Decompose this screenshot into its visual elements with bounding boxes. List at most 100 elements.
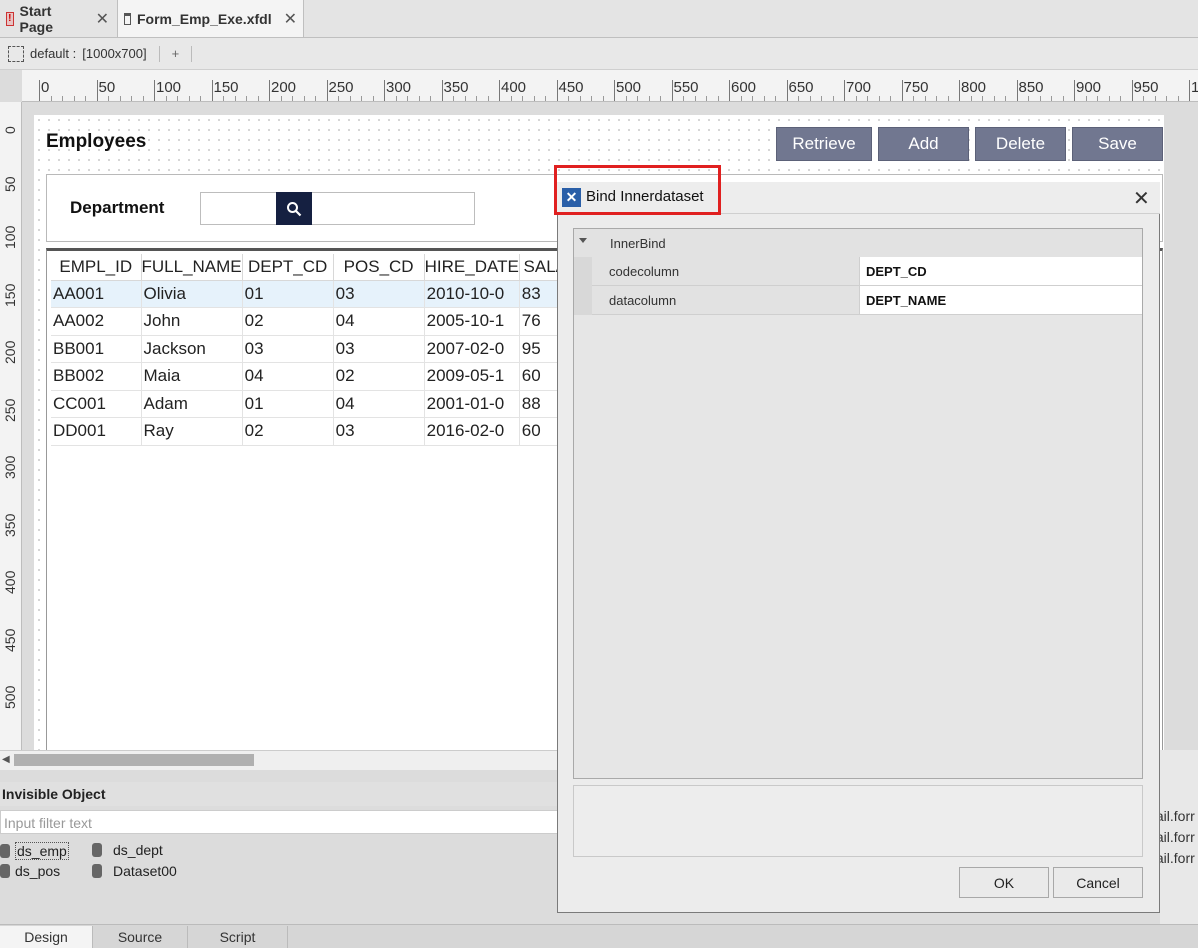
layout-toolbar: default : [1000x700] + bbox=[0, 38, 1198, 70]
ruler-label: 1 bbox=[1191, 79, 1198, 96]
table-cell[interactable]: 03 bbox=[333, 280, 425, 308]
grid-header-cell[interactable]: POS_CD bbox=[333, 254, 425, 281]
table-cell[interactable]: BB002 bbox=[51, 362, 142, 391]
ruler-minor-tick bbox=[464, 96, 466, 101]
dataset-item[interactable]: Dataset00 bbox=[92, 863, 177, 879]
ruler-tick bbox=[269, 80, 270, 101]
ok-button[interactable]: OK bbox=[959, 867, 1049, 898]
ruler-minor-tick bbox=[315, 96, 316, 101]
table-row[interactable]: BB001 Jackson 03 03 2007-02-0 95 bbox=[51, 335, 572, 363]
table-cell[interactable]: BB001 bbox=[51, 335, 142, 363]
close-icon[interactable]: ✕ bbox=[284, 9, 297, 29]
table-cell[interactable]: 04 bbox=[333, 307, 425, 336]
table-cell[interactable]: 03 bbox=[333, 417, 425, 446]
table-cell[interactable]: 2016-02-0 bbox=[424, 417, 520, 446]
ruler-minor-tick bbox=[234, 96, 236, 101]
divider bbox=[158, 45, 160, 62]
ruler-minor-tick bbox=[591, 96, 592, 101]
ruler-minor-tick bbox=[487, 96, 489, 101]
ruler-minor-tick bbox=[395, 96, 397, 101]
ruler-label: 500 bbox=[616, 79, 642, 96]
table-cell[interactable]: Maia bbox=[141, 362, 243, 391]
ruler-minor-tick bbox=[303, 96, 305, 101]
table-cell[interactable]: 04 bbox=[242, 362, 334, 391]
ruler-label: 700 bbox=[846, 79, 872, 96]
table-cell[interactable]: 01 bbox=[242, 390, 334, 418]
scrollbar-thumb[interactable] bbox=[14, 754, 254, 766]
table-row[interactable]: AA001 Olivia 01 03 2010-10-0 83 bbox=[51, 280, 572, 308]
ruler-minor-tick bbox=[338, 96, 339, 101]
tab-start-page[interactable]: ! Start Page ✕ bbox=[0, 0, 115, 37]
table-cell[interactable]: Olivia bbox=[141, 280, 243, 308]
collapse-icon[interactable] bbox=[579, 238, 587, 243]
ruler-minor-tick bbox=[568, 96, 569, 101]
cancel-button[interactable]: Cancel bbox=[1053, 867, 1143, 898]
table-cell[interactable]: Jackson bbox=[141, 335, 243, 363]
dataset-item[interactable]: ds_emp bbox=[0, 842, 69, 860]
property-row-codecolumn[interactable]: codecolumn DEPT_CD bbox=[574, 257, 1142, 286]
table-cell[interactable]: AA002 bbox=[51, 307, 142, 336]
property-group-innerbind[interactable]: InnerBind bbox=[574, 229, 1142, 257]
ruler-minor-tick bbox=[418, 96, 420, 101]
add-button[interactable]: Add bbox=[878, 127, 969, 161]
table-cell[interactable]: 2010-10-0 bbox=[424, 280, 520, 308]
tab-source[interactable]: Source bbox=[93, 926, 188, 948]
table-cell[interactable]: 02 bbox=[333, 362, 425, 391]
form-title: Employees bbox=[46, 131, 147, 152]
table-cell[interactable]: 02 bbox=[242, 307, 334, 336]
table-row[interactable]: DD001 Ray 02 03 2016-02-0 60 bbox=[51, 417, 572, 446]
table-cell[interactable]: 2001-01-0 bbox=[424, 390, 520, 418]
tab-form-emp-exe[interactable]: Form_Emp_Exe.xfdl ✕ bbox=[117, 0, 304, 37]
document-tab-bar: ! Start Page ✕ Form_Emp_Exe.xfdl ✕ bbox=[0, 0, 1198, 38]
property-row-datacolumn[interactable]: datacolumn DEPT_NAME bbox=[574, 286, 1142, 315]
ruler-minor-tick bbox=[1062, 96, 1064, 101]
retrieve-button[interactable]: Retrieve bbox=[776, 127, 872, 161]
ruler-label: 350 bbox=[2, 513, 18, 537]
scroll-left-icon[interactable]: ◀ bbox=[2, 754, 10, 765]
ruler-label: 100 bbox=[2, 225, 18, 249]
dataset-item[interactable]: ds_pos bbox=[0, 863, 60, 879]
table-cell[interactable]: 03 bbox=[333, 335, 425, 363]
tab-script[interactable]: Script bbox=[188, 926, 288, 948]
grid-header-cell[interactable]: DEPT_CD bbox=[242, 254, 334, 281]
grid-header-cell[interactable]: HIRE_DATE bbox=[424, 254, 520, 281]
table-cell[interactable]: 04 bbox=[333, 390, 425, 418]
department-combo[interactable] bbox=[200, 192, 475, 225]
property-value[interactable]: DEPT_CD bbox=[859, 257, 1142, 285]
table-cell[interactable]: 02 bbox=[242, 417, 334, 446]
ruler-minor-tick bbox=[740, 96, 742, 101]
table-row[interactable]: BB002 Maia 04 02 2009-05-1 60 bbox=[51, 362, 572, 391]
grid-header-cell[interactable]: EMPL_ID bbox=[51, 254, 142, 281]
close-icon[interactable]: ✕ bbox=[96, 9, 109, 29]
search-button[interactable] bbox=[276, 192, 312, 225]
save-button[interactable]: Save bbox=[1072, 127, 1163, 161]
table-cell[interactable]: Adam bbox=[141, 390, 243, 418]
table-cell[interactable]: John bbox=[141, 307, 243, 336]
table-cell[interactable]: 01 bbox=[242, 280, 334, 308]
ruler-minor-tick bbox=[821, 96, 822, 101]
table-cell[interactable]: Ray bbox=[141, 417, 243, 446]
ruler-label: 750 bbox=[903, 79, 929, 96]
table-cell[interactable]: 2009-05-1 bbox=[424, 362, 520, 391]
horizontal-ruler: 0 50 100 150 200 250 300 350 400 450 500 550 600 650 7… bbox=[22, 70, 1198, 102]
table-cell[interactable]: 2005-10-1 bbox=[424, 307, 520, 336]
table-row[interactable]: CC001 Adam 01 04 2001-01-0 88 bbox=[51, 390, 572, 418]
table-cell[interactable]: 03 bbox=[242, 335, 334, 363]
ruler-label: 100 bbox=[156, 79, 182, 96]
table-cell[interactable]: CC001 bbox=[51, 390, 142, 418]
add-layout-button[interactable]: + bbox=[172, 46, 180, 61]
delete-button[interactable]: Delete bbox=[975, 127, 1066, 161]
property-value[interactable]: DEPT_NAME bbox=[859, 286, 1142, 314]
table-cell[interactable]: 2007-02-0 bbox=[424, 335, 520, 363]
layout-select-icon[interactable] bbox=[8, 45, 24, 62]
grid-header-cell[interactable]: FULL_NAME bbox=[141, 254, 243, 281]
dataset-item[interactable]: ds_dept bbox=[92, 842, 163, 858]
table-cell[interactable]: AA001 bbox=[51, 280, 142, 308]
ruler-tick bbox=[556, 80, 558, 101]
tab-design[interactable]: Design bbox=[0, 926, 93, 948]
close-icon[interactable]: ✕ bbox=[1133, 186, 1150, 211]
filter-input[interactable]: Input filter text bbox=[0, 810, 558, 834]
table-row[interactable]: AA002 John 02 04 2005-10-1 76 bbox=[51, 307, 572, 336]
table-cell[interactable]: DD001 bbox=[51, 417, 142, 446]
layout-size[interactable]: [1000x700] bbox=[82, 46, 146, 61]
